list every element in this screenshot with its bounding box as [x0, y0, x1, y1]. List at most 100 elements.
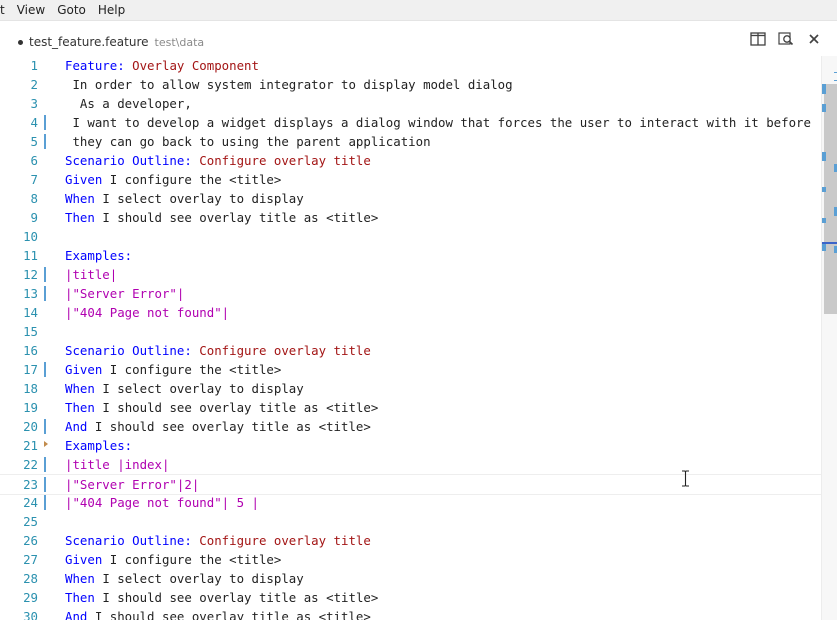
code-token: Then — [65, 400, 103, 415]
tab-file-name: test_feature.feature — [29, 35, 149, 49]
line-number: 20 — [23, 419, 38, 434]
code-token: |"404 Page not found"| 5 | — [65, 495, 259, 510]
overview-marker — [822, 187, 826, 192]
line-number: 25 — [23, 514, 38, 529]
line-content: Then I should see overlay title as <titl… — [65, 588, 378, 607]
split-editor-icon[interactable] — [749, 30, 767, 48]
code-line[interactable]: 30 And I should see overlay title as <tit… — [0, 607, 821, 620]
code-line[interactable]: 16 Scenario Outline: Configure overlay ti… — [0, 341, 821, 360]
overview-marker — [822, 156, 826, 161]
menu-item-view[interactable]: View — [11, 0, 51, 20]
line-number: 28 — [23, 571, 38, 586]
line-number: 15 — [23, 324, 38, 339]
line-number: 3 — [30, 96, 38, 111]
code-token: they can go back to using the parent app… — [65, 134, 431, 149]
code-token: I should see overlay title as <title> — [102, 210, 379, 225]
line-content: |"404 Page not found"| — [65, 303, 229, 322]
code-editor[interactable]: 1 Feature: Overlay Component 2 In order to… — [0, 56, 821, 620]
code-token: Examples: — [65, 438, 133, 453]
code-token: I configure the <title> — [109, 172, 282, 187]
line-content: Scenario Outline: Configure overlay titl… — [65, 151, 371, 170]
line-content: Then I should see overlay title as <titl… — [65, 208, 378, 227]
line-content: |"Server Error"|2| — [65, 475, 199, 494]
line-number: 30 — [23, 609, 38, 620]
fold-arrow-icon[interactable] — [44, 441, 48, 447]
code-token: |"Server Error"|2| — [65, 477, 200, 492]
code-line[interactable]: 8 When I select overlay to display — [0, 189, 821, 208]
code-line[interactable]: 11 Examples: — [0, 246, 821, 265]
overview-marker — [822, 218, 826, 223]
code-line[interactable]: 23 |"Server Error"|2| — [0, 474, 821, 495]
code-line[interactable]: 20 And I should see overlay title as <tit… — [0, 417, 821, 436]
code-token: I should see overlay title as <title> — [102, 400, 379, 415]
code-line[interactable]: 24 |"404 Page not found"| 5 | — [0, 493, 821, 512]
code-line[interactable]: 19 Then I should see overlay title as <ti… — [0, 398, 821, 417]
code-line[interactable]: 2 In order to allow system integrator to… — [0, 75, 821, 94]
line-content: In order to allow system integrator to d… — [65, 75, 512, 94]
code-token: |title| — [65, 267, 118, 282]
code-line[interactable]: 12 |title| — [0, 265, 821, 284]
open-preview-icon[interactable] — [777, 30, 795, 48]
modified-line-marker — [44, 477, 46, 492]
overview-marker — [822, 247, 826, 251]
line-number: 17 — [23, 362, 38, 377]
code-line[interactable]: 13 |"Server Error"| — [0, 284, 821, 303]
line-number: 11 — [23, 248, 38, 263]
menu-item-goto[interactable]: Goto — [51, 0, 92, 20]
code-token: I select overlay to display — [102, 571, 304, 586]
code-line[interactable]: 7 Given I configure the <title> — [0, 170, 821, 189]
code-token: I select overlay to display — [102, 191, 304, 206]
code-token: I configure the <title> — [109, 552, 282, 567]
code-line[interactable]: 18 When I select overlay to display — [0, 379, 821, 398]
code-token: Then — [65, 210, 103, 225]
line-number: 8 — [30, 191, 38, 206]
code-token: Given — [65, 362, 110, 377]
modified-line-marker — [44, 134, 46, 149]
code-line[interactable]: 15 — [0, 322, 821, 341]
code-line[interactable]: 28 When I select overlay to display — [0, 569, 821, 588]
code-token: Feature: — [65, 58, 133, 73]
editor-tab[interactable]: test_feature.feature test\data — [12, 33, 204, 51]
tab-file-path: test\data — [154, 35, 205, 49]
code-line[interactable]: 26 Scenario Outline: Configure overlay ti… — [0, 531, 821, 550]
line-number: 4 — [30, 115, 38, 130]
code-line[interactable]: 17 Given I configure the <title> — [0, 360, 821, 379]
modified-line-marker — [44, 495, 46, 510]
code-token: Examples: — [65, 248, 133, 263]
code-line[interactable]: 22 |title |index| — [0, 455, 821, 474]
line-number: 18 — [23, 381, 38, 396]
code-line[interactable]: 6 Scenario Outline: Configure overlay tit… — [0, 151, 821, 170]
scrollbar-thumb[interactable] — [824, 84, 837, 314]
menu-item-help[interactable]: Help — [92, 0, 131, 20]
code-token: Given — [65, 172, 110, 187]
code-token: I should see overlay title as <title> — [94, 419, 371, 434]
close-icon[interactable] — [805, 30, 823, 48]
code-line[interactable]: 21 Examples: — [0, 436, 821, 455]
cursor-position-marker — [822, 242, 837, 244]
menu-item-partial[interactable]: t — [0, 0, 11, 20]
line-content: |"Server Error"| — [65, 284, 184, 303]
line-content: Given I configure the <title> — [65, 170, 281, 189]
code-line[interactable]: 27 Given I configure the <title> — [0, 550, 821, 569]
code-token: When — [65, 381, 103, 396]
code-line[interactable]: 1 Feature: Overlay Component — [0, 56, 821, 75]
code-token: Scenario Outline: — [65, 153, 200, 168]
line-content: When I select overlay to display — [65, 379, 304, 398]
editor-tab-bar: test_feature.feature test\data — [0, 21, 837, 56]
line-number: 12 — [23, 267, 38, 282]
code-line[interactable]: 14 |"404 Page not found"| — [0, 303, 821, 322]
code-token: And — [65, 609, 95, 620]
code-token: When — [65, 571, 103, 586]
code-line[interactable]: 5 they can go back to using the parent a… — [0, 132, 821, 151]
code-token: When — [65, 191, 103, 206]
line-number: 10 — [23, 229, 38, 244]
line-number: 24 — [23, 495, 38, 510]
code-line[interactable]: 29 Then I should see overlay title as <ti… — [0, 588, 821, 607]
code-line[interactable]: 25 — [0, 512, 821, 531]
code-line[interactable]: 10 — [0, 227, 821, 246]
line-number: 14 — [23, 305, 38, 320]
vertical-scrollbar[interactable] — [821, 56, 837, 620]
code-line[interactable]: 9 Then I should see overlay title as <tit… — [0, 208, 821, 227]
code-line[interactable]: 4 I want to develop a widget displays a … — [0, 113, 821, 132]
code-line[interactable]: 3 As a developer, — [0, 94, 821, 113]
